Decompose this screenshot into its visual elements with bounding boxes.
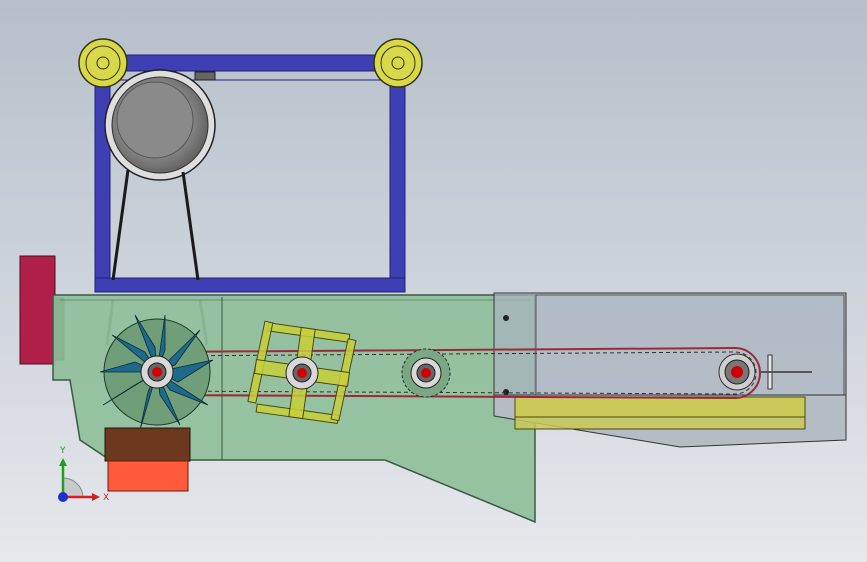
orange-base-block[interactable] bbox=[107, 460, 189, 492]
yellow-conveyor-bar[interactable] bbox=[514, 396, 806, 430]
motor[interactable] bbox=[104, 69, 216, 181]
cad-viewport[interactable]: Y X bbox=[0, 0, 867, 562]
frame-bottom-bar bbox=[94, 277, 406, 293]
axis-x-label: X bbox=[103, 493, 109, 503]
red-side-block[interactable] bbox=[19, 255, 56, 365]
right-idler-pulley[interactable] bbox=[373, 38, 423, 88]
frame-top-bar bbox=[109, 54, 401, 72]
frame-right-post bbox=[389, 79, 406, 286]
brown-base-block[interactable] bbox=[104, 427, 191, 462]
paddle-wheel[interactable] bbox=[247, 320, 357, 424]
axis-y-label: Y bbox=[59, 446, 66, 456]
left-idler-pulley[interactable] bbox=[78, 38, 128, 88]
middle-sprocket[interactable] bbox=[401, 348, 451, 398]
